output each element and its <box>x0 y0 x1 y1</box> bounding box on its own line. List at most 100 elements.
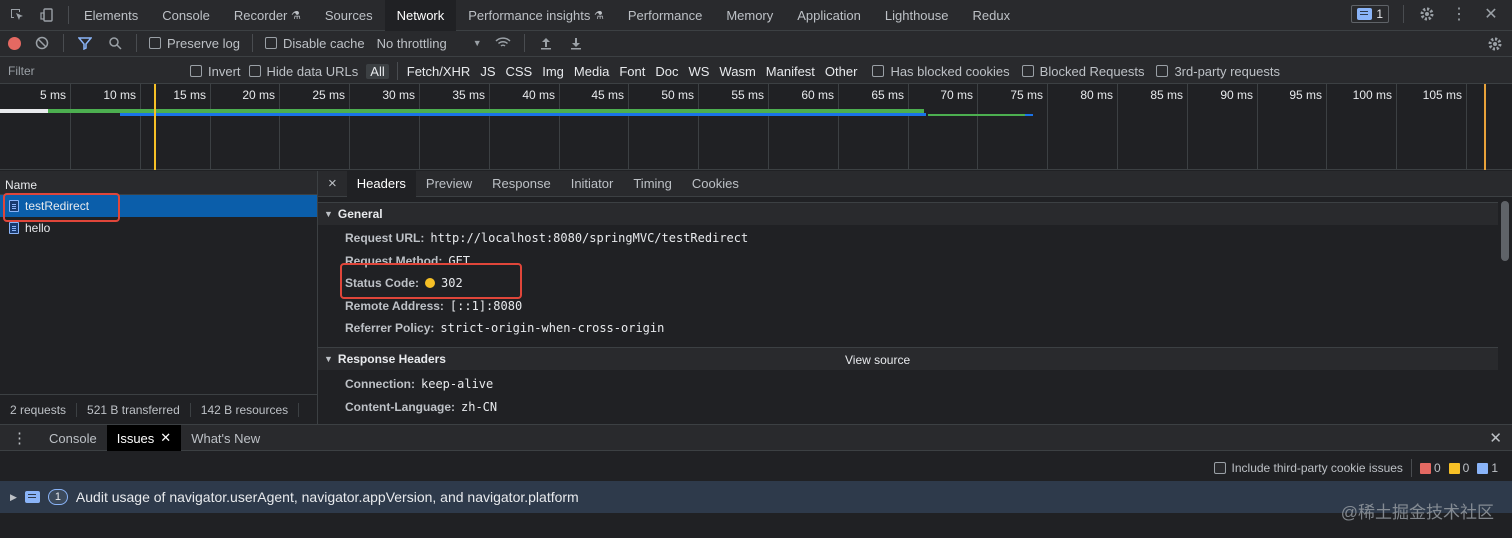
clear-icon[interactable] <box>33 34 51 52</box>
watermark-text: @稀土掘金技术社区 <box>1340 503 1494 522</box>
issue-message-icon <box>24 491 40 503</box>
timeline-tick-label: 35 ms <box>452 88 485 102</box>
filter-input[interactable]: Filter <box>8 64 35 78</box>
type-filter-fetch-xhr[interactable]: Fetch/XHR <box>406 64 472 79</box>
type-filter-all[interactable]: All <box>366 63 389 79</box>
drawer-tab-whats-new[interactable]: What's New <box>181 425 270 451</box>
issue-row[interactable]: ▶ 1 Audit usage of navigator.userAgent, … <box>0 481 1512 513</box>
network-settings-gear-icon[interactable] <box>1486 35 1504 53</box>
drawer-menu-icon[interactable]: ⋮ <box>0 425 39 451</box>
has-blocked-cookies-checkbox[interactable] <box>872 65 885 77</box>
timeline-waiting-bar <box>0 109 48 113</box>
include-third-party-toggle[interactable]: Include third-party cookie issues <box>1213 461 1403 475</box>
preserve-log-toggle[interactable]: Preserve log <box>149 36 240 51</box>
type-filter-manifest[interactable]: Manifest <box>765 64 816 79</box>
tab-performance-insights[interactable]: Performance insights ⚗ <box>456 0 616 31</box>
request-url-row: Request URL: http://localhost:8080/sprin… <box>345 231 749 245</box>
third-party-requests-checkbox[interactable] <box>1156 65 1169 77</box>
preserve-log-checkbox[interactable] <box>149 37 161 49</box>
has-blocked-cookies-toggle[interactable]: Has blocked cookies <box>872 64 1010 79</box>
timeline-gridline <box>698 84 699 170</box>
inspect-element-icon[interactable] <box>8 6 26 24</box>
load-event-marker <box>1484 84 1486 170</box>
close-drawer-icon[interactable]: ✕ <box>1489 429 1502 447</box>
type-filter-wasm[interactable]: Wasm <box>718 64 756 79</box>
type-filter-font[interactable]: Font <box>618 64 646 79</box>
close-details-button[interactable]: × <box>318 171 347 197</box>
device-toolbar-icon[interactable] <box>38 6 56 24</box>
document-icon <box>9 222 19 234</box>
tab-timing[interactable]: Timing <box>623 171 682 197</box>
remote-address-row: Remote Address: [::1]:8080 <box>345 299 523 313</box>
tab-initiator[interactable]: Initiator <box>561 171 624 197</box>
tab-headers[interactable]: Headers <box>346 170 416 197</box>
export-har-icon[interactable] <box>567 34 585 52</box>
flask-icon: ⚗ <box>594 10 604 22</box>
tab-elements[interactable]: Elements <box>72 0 150 31</box>
timeline-gridline <box>70 84 71 170</box>
close-tab-icon[interactable]: ✕ <box>160 430 171 446</box>
tab-response[interactable]: Response <box>482 171 561 197</box>
include-third-party-checkbox[interactable] <box>1213 462 1226 474</box>
more-options-icon[interactable]: ⋮ <box>1450 5 1468 23</box>
disable-cache-toggle[interactable]: Disable cache <box>264 36 365 51</box>
timeline-gridline <box>349 84 350 170</box>
tab-redux[interactable]: Redux <box>961 0 1023 31</box>
tab-lighthouse[interactable]: Lighthouse <box>873 0 961 31</box>
network-conditions-icon[interactable] <box>494 34 512 52</box>
drawer-tab-issues[interactable]: Issues ✕ <box>106 425 182 451</box>
expand-triangle-icon[interactable]: ▶ <box>10 492 17 503</box>
timeline-gridline <box>279 84 280 170</box>
view-source-link[interactable]: View source <box>845 353 910 367</box>
details-tab-bar: × Headers Preview Response Initiator Tim… <box>318 170 1512 197</box>
search-icon[interactable] <box>106 34 124 52</box>
network-toolbar: Preserve log Disable cache No throttling… <box>0 31 1512 57</box>
issue-title: Audit usage of navigator.userAgent, navi… <box>75 489 579 505</box>
type-filter-other[interactable]: Other <box>824 64 859 79</box>
tab-performance[interactable]: Performance <box>616 0 714 31</box>
record-icon[interactable] <box>8 36 21 50</box>
type-filter-js[interactable]: JS <box>479 64 496 79</box>
timeline-gridline <box>1187 84 1188 170</box>
general-section-header[interactable]: ▼ General <box>318 202 1498 225</box>
separator <box>1410 459 1412 477</box>
details-scrollbar[interactable] <box>1501 201 1509 261</box>
tab-memory[interactable]: Memory <box>714 0 785 31</box>
invert-toggle[interactable]: Invert <box>190 64 241 79</box>
tab-preview[interactable]: Preview <box>416 171 482 197</box>
throttling-select[interactable]: No throttling ▼ <box>377 36 482 51</box>
blocked-requests-checkbox[interactable] <box>1021 65 1034 77</box>
name-column-header[interactable]: Name <box>0 171 317 195</box>
type-filter-ws[interactable]: WS <box>687 64 710 79</box>
response-headers-section-header[interactable]: ▼ Response Headers View source <box>318 347 1498 370</box>
hide-data-urls-checkbox[interactable] <box>248 65 261 77</box>
type-filter-img[interactable]: Img <box>541 64 565 79</box>
tab-console[interactable]: Console <box>150 0 222 31</box>
dropdown-arrow-icon: ▼ <box>472 38 482 48</box>
tab-network[interactable]: Network <box>384 0 457 31</box>
tab-application[interactable]: Application <box>785 0 873 31</box>
tab-cookies[interactable]: Cookies <box>682 171 749 197</box>
type-filter-media[interactable]: Media <box>573 64 610 79</box>
issues-badge[interactable]: 1 <box>1351 5 1389 23</box>
highlight-box-request <box>3 193 120 222</box>
type-filter-doc[interactable]: Doc <box>654 64 679 79</box>
timeline-gridline <box>1326 84 1327 170</box>
timeline-tick-label: 70 ms <box>940 88 973 102</box>
disable-cache-checkbox[interactable] <box>264 37 277 49</box>
import-har-icon[interactable] <box>537 34 555 52</box>
third-party-requests-toggle[interactable]: 3rd-party requests <box>1156 64 1280 79</box>
close-icon[interactable]: ✕ <box>1482 5 1500 23</box>
timeline-gridline <box>768 84 769 170</box>
tab-sources[interactable]: Sources <box>313 0 385 31</box>
settings-gear-icon[interactable] <box>1418 5 1436 23</box>
tab-recorder[interactable]: Recorder ⚗ <box>222 0 313 31</box>
timeline-gridline <box>489 84 490 170</box>
type-filter-css[interactable]: CSS <box>505 64 534 79</box>
blocked-requests-toggle[interactable]: Blocked Requests <box>1021 64 1144 79</box>
hide-data-urls-toggle[interactable]: Hide data URLs <box>248 64 358 79</box>
filter-icon[interactable] <box>76 34 94 52</box>
network-overview-timeline[interactable]: 5 ms 10 ms 15 ms 20 ms 25 ms 30 ms 35 ms 40 ms 4… <box>0 84 1512 170</box>
drawer-tab-console[interactable]: Console <box>39 425 107 451</box>
invert-checkbox[interactable] <box>190 65 202 77</box>
